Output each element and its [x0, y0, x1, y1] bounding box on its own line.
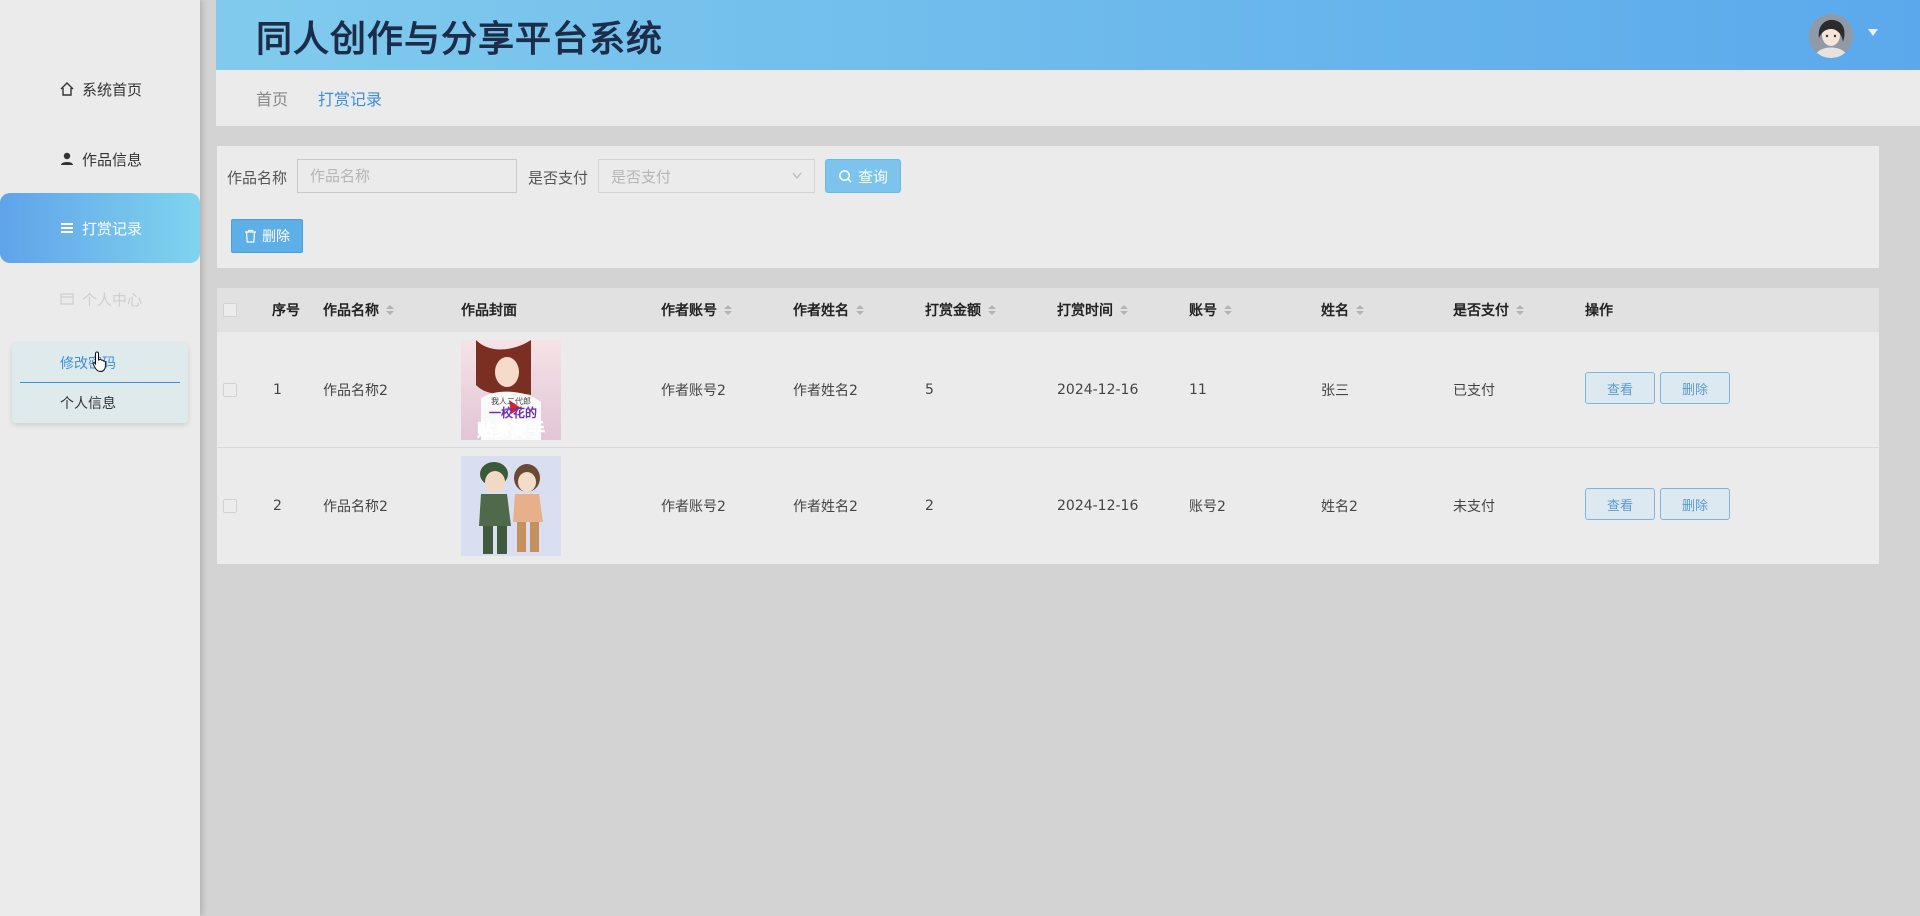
sidebar-item-label: 作品信息 [81, 150, 142, 169]
sort-icon [1224, 305, 1232, 315]
sidebar-item-home[interactable]: 系统首页 [0, 54, 200, 124]
work-name-label: 作品名称 [227, 169, 288, 187]
breadcrumb-home[interactable]: 首页 [256, 86, 288, 110]
user-icon [58, 150, 76, 168]
view-button[interactable]: 查看 [1585, 488, 1655, 520]
cell-work-name: 作品名称2 [323, 383, 388, 399]
cell-cover [461, 448, 561, 564]
table-row: 1 作品名称2 我人二代郎 一校花的 贴身高手 作者账号2 作者姓名2 5 20… [217, 332, 1879, 448]
search-panel: 作品名称 是否支付 是否支付 查询 删除 [217, 146, 1879, 268]
col-name[interactable]: 姓名 [1321, 288, 1364, 332]
sidebar-item-label: 个人中心 [81, 290, 142, 309]
sort-icon [856, 305, 864, 315]
sort-icon [1120, 305, 1128, 315]
delete-button[interactable]: 删除 [1660, 488, 1730, 520]
paid-select-placeholder: 是否支付 [611, 167, 672, 186]
reward-table: 序号 作品名称 作品封面 作者账号 作者姓名 打赏金额 打赏时间 账号 姓名 是… [217, 288, 1879, 564]
avatar[interactable] [1809, 14, 1853, 58]
cell-paid: 未支付 [1453, 499, 1495, 515]
sort-icon [724, 305, 732, 315]
cell-work-name: 作品名称2 [323, 499, 388, 515]
submenu-item-personal-info[interactable]: 个人信息 [12, 383, 188, 423]
cell-time: 2024-12-16 [1057, 382, 1139, 398]
sort-icon [1356, 305, 1364, 315]
svg-text:我人二代郎: 我人二代郎 [491, 396, 531, 406]
query-button-label: 查询 [857, 167, 888, 186]
cell-paid: 已支付 [1453, 383, 1495, 399]
search-icon [839, 169, 852, 183]
cell-cover: 我人二代郎 一校花的 贴身高手 [461, 332, 561, 448]
breadcrumb: 首页 打赏记录 [216, 70, 1920, 126]
sidebar-item-works[interactable]: 作品信息 [0, 124, 200, 194]
app-title: 同人创作与分享平台系统 [256, 19, 664, 60]
svg-text:一校花的: 一校花的 [489, 405, 537, 420]
paid-select[interactable]: 是否支付 [598, 159, 815, 193]
batch-delete-label: 删除 [262, 229, 290, 245]
chevron-down-icon[interactable] [1868, 29, 1878, 37]
cell-account: 11 [1189, 382, 1207, 398]
sidebar: 系统首页 作品信息 打赏记录 个人中心 修改密码 个人信息 [0, 0, 200, 916]
sort-icon [386, 305, 394, 315]
svg-text:贴身高手: 贴身高手 [477, 420, 545, 440]
hand-cursor-icon [92, 351, 106, 373]
cell-author-account: 作者账号2 [661, 383, 726, 399]
cell-author-name: 作者姓名2 [793, 499, 858, 515]
view-button[interactable]: 查看 [1585, 372, 1655, 404]
cell-time: 2024-12-16 [1057, 498, 1139, 514]
col-author-name[interactable]: 作者姓名 [793, 288, 864, 332]
cell-amount: 2 [925, 498, 934, 514]
cell-index: 1 [273, 382, 282, 398]
row-checkbox[interactable] [223, 332, 237, 448]
sort-icon [988, 305, 996, 315]
batch-delete-button[interactable]: 删除 [231, 219, 303, 253]
trash-icon [245, 229, 256, 243]
home-icon [58, 80, 76, 98]
app-header: 同人创作与分享平台系统 [216, 0, 1920, 70]
breadcrumb-current: 打赏记录 [318, 90, 383, 109]
delete-button[interactable]: 删除 [1660, 372, 1730, 404]
col-actions: 操作 [1585, 303, 1613, 319]
col-amount[interactable]: 打赏金额 [925, 288, 996, 332]
cell-author-account: 作者账号2 [661, 499, 726, 515]
cell-amount: 5 [925, 382, 934, 398]
chevron-down-icon [792, 172, 802, 180]
sidebar-item-label: 系统首页 [81, 80, 142, 99]
table-header: 序号 作品名称 作品封面 作者账号 作者姓名 打赏金额 打赏时间 账号 姓名 是… [217, 288, 1879, 332]
row-checkbox[interactable] [223, 448, 237, 564]
cell-name: 张三 [1321, 383, 1349, 399]
col-author-account[interactable]: 作者账号 [661, 288, 732, 332]
cell-index: 2 [273, 498, 282, 514]
cover-image: 我人二代郎 一校花的 贴身高手 [461, 340, 561, 440]
cover-image [461, 456, 561, 556]
card-icon [58, 290, 76, 308]
col-paid[interactable]: 是否支付 [1453, 288, 1524, 332]
col-time[interactable]: 打赏时间 [1057, 288, 1128, 332]
query-button[interactable]: 查询 [825, 159, 901, 193]
select-all-checkbox[interactable] [223, 288, 237, 332]
cell-author-name: 作者姓名2 [793, 383, 858, 399]
sort-icon [1516, 305, 1524, 315]
cell-name: 姓名2 [1321, 499, 1358, 515]
col-work-name[interactable]: 作品名称 [323, 288, 394, 332]
sidebar-item-label: 打赏记录 [81, 219, 142, 238]
paid-label: 是否支付 [528, 169, 589, 187]
col-account[interactable]: 账号 [1189, 288, 1232, 332]
col-cover: 作品封面 [461, 303, 517, 319]
work-name-input[interactable] [297, 159, 517, 193]
sidebar-item-rewards[interactable]: 打赏记录 [0, 193, 200, 263]
col-index: 序号 [272, 303, 300, 319]
menu-icon [58, 219, 76, 237]
sidebar-item-profile-center[interactable]: 个人中心 [0, 264, 200, 334]
table-row: 2 作品名称2 作者账号2 作者姓名2 2 2024-12-16 账号2 姓名2… [217, 448, 1879, 564]
cell-account: 账号2 [1189, 499, 1226, 515]
